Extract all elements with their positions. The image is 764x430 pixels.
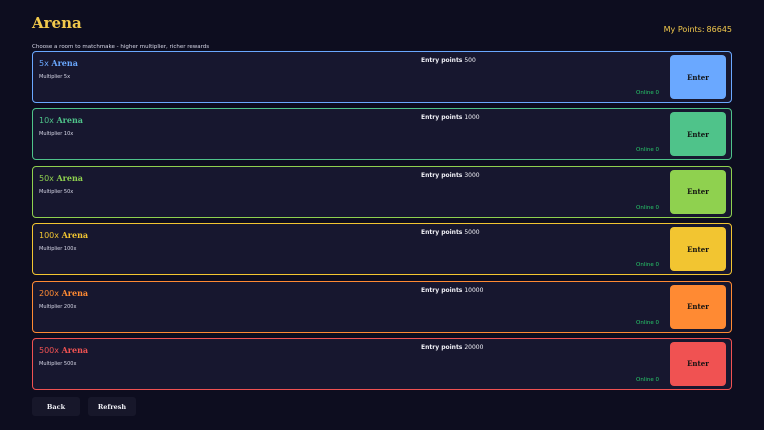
room-entry-points: Entry points 20000 [421, 344, 483, 351]
room-entry-points: Entry points 3000 [421, 172, 480, 179]
entry-points-label: Entry points [421, 57, 463, 64]
room-name-multiplier: 100x [39, 231, 60, 241]
room-card: 10x Arena Multiplier 10x Entry points 1000… [32, 108, 732, 161]
room-name: 200x Arena [39, 288, 88, 298]
page-title: Arena [32, 14, 82, 32]
room-name: 10x Arena [39, 115, 83, 125]
room-name-word: Arena [51, 58, 78, 68]
room-name-word: Arena [61, 344, 89, 355]
enter-room-button[interactable]: Enter [670, 169, 726, 214]
room-multiplier: Multiplier 100x [39, 246, 77, 253]
room-card: 100x Arena Multiplier 100x Entry points 50… [32, 223, 732, 276]
room-card: 200x Arena Multiplier 200x Entry points 10… [32, 280, 732, 333]
room-multiplier: Multiplier 200x [39, 303, 77, 310]
room-name-multiplier: 200x [39, 288, 60, 298]
refresh-button[interactable]: Refresh [88, 397, 136, 416]
room-online-count: Online 0 [636, 204, 659, 211]
room-multiplier: Multiplier 500x [39, 360, 77, 367]
points-value: 86645 [706, 25, 732, 34]
enter-room-button[interactable]: Enter [670, 227, 726, 272]
room-online-count: Online 0 [636, 262, 659, 269]
room-name-multiplier: 10x [39, 116, 54, 126]
room-name-multiplier: 5x [39, 59, 49, 68]
header: Arena Choose a room to matchmake - highe… [32, 12, 732, 50]
entry-points-value: 10000 [464, 286, 484, 294]
back-button[interactable]: Back [32, 397, 80, 416]
enter-room-button[interactable]: Enter [670, 341, 726, 386]
room-card: 50x Arena Multiplier 50x Entry points 3000… [32, 165, 732, 218]
room-name: 5x Arena [39, 58, 78, 68]
room-online-count: Online 0 [636, 319, 659, 326]
room-name-multiplier: 50x [39, 173, 54, 183]
room-card: 500x Arena Multiplier 500x Entry points 20… [32, 337, 732, 390]
room-list: 5x Arena Multiplier 5x Entry points 500 Onl… [32, 51, 732, 395]
entry-points-value: 3000 [464, 171, 480, 179]
enter-room-button[interactable]: Enter [670, 112, 726, 157]
enter-room-button[interactable]: Enter [670, 55, 726, 99]
room-multiplier: Multiplier 10x [39, 131, 74, 138]
room-name: 50x Arena [39, 173, 83, 183]
room-name: 500x Arena [39, 345, 88, 355]
room-name: 100x Arena [39, 230, 88, 240]
room-entry-points: Entry points 1000 [421, 114, 480, 121]
room-name-word: Arena [56, 115, 83, 126]
points-display: My Points: 86645 [662, 25, 732, 34]
room-name-word: Arena [56, 172, 83, 183]
room-multiplier: Multiplier 5x [39, 74, 71, 80]
entry-points-label: Entry points [421, 171, 463, 179]
entry-points-value: 20000 [464, 343, 484, 351]
room-card: 5x Arena Multiplier 5x Entry points 500 Onl… [32, 51, 732, 103]
room-name-word: Arena [61, 230, 89, 241]
entry-points-value: 500 [464, 57, 476, 64]
room-entry-points: Entry points 10000 [421, 287, 483, 294]
entry-points-label: Entry points [421, 286, 463, 294]
page-subtitle: Choose a room to matchmake - higher mult… [32, 44, 210, 50]
enter-room-button[interactable]: Enter [670, 284, 726, 329]
room-name-multiplier: 500x [39, 345, 60, 355]
entry-points-label: Entry points [421, 229, 463, 237]
entry-points-label: Entry points [421, 343, 463, 351]
room-online-count: Online 0 [636, 147, 659, 154]
room-multiplier: Multiplier 50x [39, 188, 74, 195]
room-name-word: Arena [61, 287, 89, 298]
entry-points-value: 1000 [464, 114, 480, 122]
room-online-count: Online 0 [636, 90, 659, 96]
room-entry-points: Entry points 500 [421, 57, 476, 64]
entry-points-value: 5000 [464, 229, 480, 237]
points-label: My Points: [663, 25, 705, 34]
room-online-count: Online 0 [636, 376, 659, 383]
room-entry-points: Entry points 5000 [421, 229, 480, 236]
entry-points-label: Entry points [421, 114, 463, 122]
